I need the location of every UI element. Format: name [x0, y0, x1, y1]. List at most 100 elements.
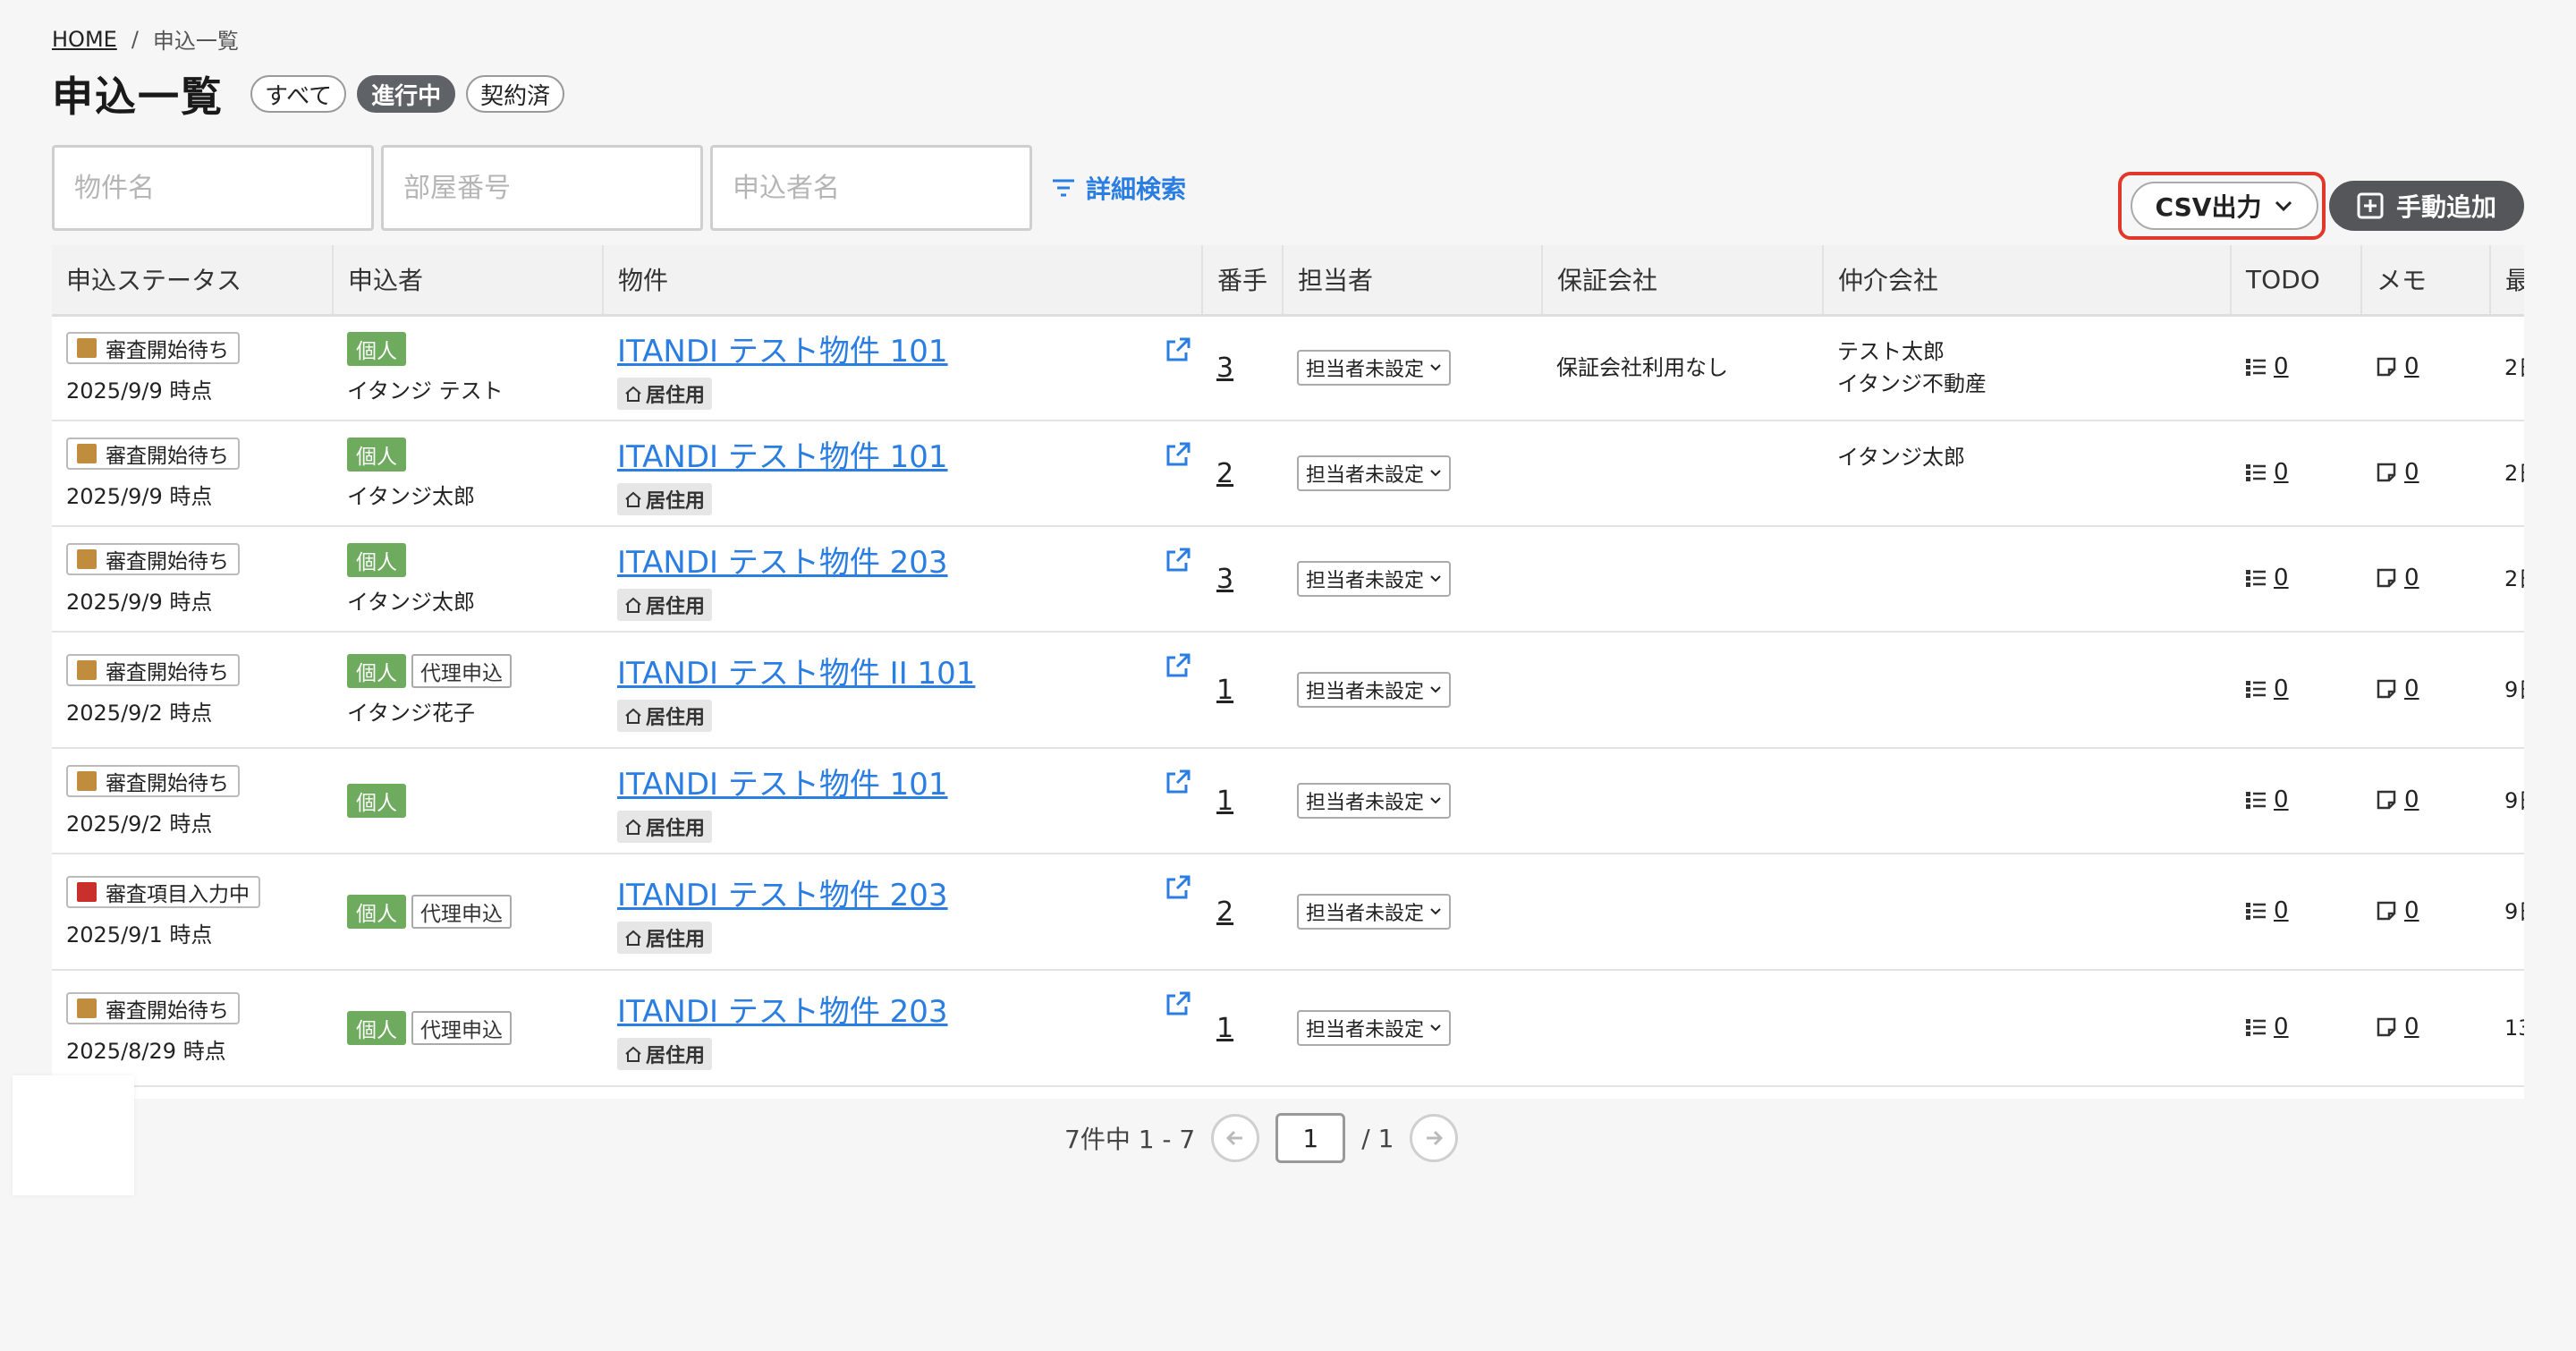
residential-tag: 居住用	[617, 1037, 713, 1070]
todo-cell: 0	[2231, 632, 2361, 749]
column-header-status[interactable]: 申込ステータス	[52, 245, 334, 317]
column-header-guarantor[interactable]: 保証会社	[1542, 245, 1824, 317]
memo-link[interactable]: 0	[2376, 459, 2419, 486]
column-header-assignee[interactable]: 担当者	[1283, 245, 1543, 317]
applicant-cell: 個人 イタンジ太郎	[333, 421, 603, 527]
todo-cell: 0	[2231, 748, 2361, 854]
assignee-select[interactable]: 担当者未設定	[1297, 783, 1452, 819]
chevron-down-icon	[1430, 908, 1441, 915]
home-icon	[625, 386, 641, 402]
last-update-text: 2日	[2504, 461, 2524, 486]
status-label: 審査開始待ち	[106, 444, 229, 468]
external-link-icon[interactable]	[1165, 769, 1191, 795]
property-link[interactable]: ITANDI テスト物件 101	[617, 767, 948, 803]
todo-link[interactable]: 0	[2245, 676, 2289, 702]
rank-link[interactable]: 1	[1216, 675, 1233, 706]
rank-link[interactable]: 1	[1216, 1013, 1233, 1044]
rank-link[interactable]: 2	[1216, 896, 1233, 928]
csv-export-button[interactable]: CSV出力	[2131, 182, 2318, 230]
status-cell: 審査開始待ち 2025/9/2 時点	[52, 632, 333, 749]
table-row[interactable]: 審査開始待ち 2025/9/9 時点 個人 イタンジ テスト ITANDI テス…	[52, 315, 2524, 421]
property-link[interactable]: ITANDI テスト物件 II 101	[617, 656, 975, 692]
table-row[interactable]: 審査開始待ち 2025/9/9 時点 個人 イタンジ太郎 ITANDI テスト物…	[52, 421, 2524, 527]
assignee-cell: 担当者未設定	[1283, 854, 1542, 971]
filter-all-chip[interactable]: すべて	[250, 75, 347, 113]
column-header-last-update[interactable]: 最終	[2490, 245, 2524, 317]
filter-in-progress-chip[interactable]: 進行中	[357, 75, 456, 113]
todo-cell: 0	[2231, 421, 2361, 527]
todo-link[interactable]: 0	[2245, 786, 2289, 813]
filter-icon	[1053, 179, 1074, 197]
todo-link[interactable]: 0	[2245, 1014, 2289, 1041]
memo-link[interactable]: 0	[2376, 353, 2419, 380]
assignee-select[interactable]: 担当者未設定	[1297, 1010, 1452, 1046]
external-link-icon[interactable]	[1165, 652, 1191, 679]
assignee-select[interactable]: 担当者未設定	[1297, 672, 1452, 708]
external-link-icon[interactable]	[1165, 441, 1191, 468]
applicant-cell: 個人 イタンジ テスト	[333, 315, 603, 421]
memo-link[interactable]: 0	[2376, 1014, 2419, 1041]
memo-link[interactable]: 0	[2376, 786, 2419, 813]
todo-link[interactable]: 0	[2245, 897, 2289, 924]
external-link-icon[interactable]	[1165, 336, 1191, 363]
property-link[interactable]: ITANDI テスト物件 203	[617, 994, 948, 1030]
column-header-property[interactable]: 物件	[603, 245, 1203, 317]
manual-add-button[interactable]: 手動追加	[2329, 181, 2524, 231]
application-table-container[interactable]: 申込ステータス 申込者 物件 番手 担当者 保証会社 仲介会社 TODO メモ …	[52, 245, 2524, 1099]
memo-link[interactable]: 0	[2376, 676, 2419, 702]
assignee-select[interactable]: 担当者未設定	[1297, 894, 1452, 930]
external-link-icon[interactable]	[1165, 874, 1191, 901]
checklist-icon	[2246, 903, 2266, 920]
property-link[interactable]: ITANDI テスト物件 101	[617, 439, 948, 475]
broker-contact: イタンジ太郎	[1837, 445, 1966, 470]
memo-link[interactable]: 0	[2376, 897, 2419, 924]
rank-link[interactable]: 2	[1216, 458, 1233, 489]
guarantor-cell	[1542, 748, 1823, 854]
individual-tag: 個人	[347, 542, 406, 577]
rank-link[interactable]: 3	[1216, 564, 1233, 595]
table-row[interactable]: 審査開始待ち 2025/8/29 時点 個人 代理申込 ITANDI テスト物件…	[52, 970, 2524, 1087]
chevron-down-icon	[1430, 797, 1441, 804]
external-link-icon[interactable]	[1165, 547, 1191, 574]
memo-link[interactable]: 0	[2376, 565, 2419, 591]
table-row[interactable]: 審査開始待ち 2025/9/2 時点 個人 代理申込 イタンジ花子 ITANDI…	[52, 632, 2524, 749]
rank-cell: 1	[1202, 748, 1283, 854]
assignee-select[interactable]: 担当者未設定	[1297, 561, 1452, 597]
todo-link[interactable]: 0	[2245, 459, 2289, 486]
rank-link[interactable]: 1	[1216, 786, 1233, 817]
property-link[interactable]: ITANDI テスト物件 101	[617, 334, 948, 370]
column-header-rank[interactable]: 番手	[1202, 245, 1284, 317]
advanced-search-link[interactable]: 詳細検索	[1050, 170, 1186, 206]
rank-link[interactable]: 3	[1216, 353, 1233, 384]
external-link-icon[interactable]	[1165, 990, 1191, 1017]
property-link[interactable]: ITANDI テスト物件 203	[617, 545, 948, 581]
todo-link[interactable]: 0	[2245, 353, 2289, 380]
column-header-todo[interactable]: TODO	[2231, 245, 2362, 317]
room-number-search-input[interactable]	[403, 172, 737, 204]
property-search-input[interactable]	[74, 172, 408, 204]
next-page-button[interactable]	[1410, 1114, 1459, 1162]
status-date: 2025/9/9 時点	[66, 378, 213, 404]
column-header-applicant[interactable]: 申込者	[333, 245, 604, 317]
broker-cell	[1823, 632, 2231, 749]
applicant-search-input[interactable]	[733, 172, 1066, 204]
todo-link[interactable]: 0	[2245, 565, 2289, 591]
last-update-cell: 2日	[2490, 421, 2524, 527]
residential-label: 居住用	[646, 489, 706, 513]
broker-contact: テスト太郎	[1837, 339, 1945, 365]
prev-page-button[interactable]	[1211, 1114, 1260, 1162]
filter-contracted-chip[interactable]: 契約済	[466, 75, 565, 113]
assignee-select[interactable]: 担当者未設定	[1297, 350, 1452, 387]
assignee-select[interactable]: 担当者未設定	[1297, 455, 1452, 491]
column-header-memo[interactable]: メモ	[2361, 245, 2491, 317]
table-row[interactable]: 審査開始待ち 2025/9/2 時点 個人 ITANDI テスト物件 101 居…	[52, 748, 2524, 854]
column-header-broker[interactable]: 仲介会社	[1823, 245, 2232, 317]
page-number-input[interactable]	[1275, 1113, 1346, 1163]
todo-cell: 0	[2231, 970, 2361, 1087]
table-row[interactable]: 審査項目入力中 2025/9/1 時点 個人 代理申込 ITANDI テスト物件…	[52, 854, 2524, 971]
assignee-cell: 担当者未設定	[1283, 632, 1542, 749]
status-cell: 審査開始待ち 2025/9/2 時点	[52, 748, 333, 854]
table-row[interactable]: 審査開始待ち 2025/9/9 時点 個人 イタンジ太郎 ITANDI テスト物…	[52, 526, 2524, 633]
breadcrumb-home-link[interactable]: HOME	[52, 27, 117, 52]
property-link[interactable]: ITANDI テスト物件 203	[617, 878, 948, 913]
